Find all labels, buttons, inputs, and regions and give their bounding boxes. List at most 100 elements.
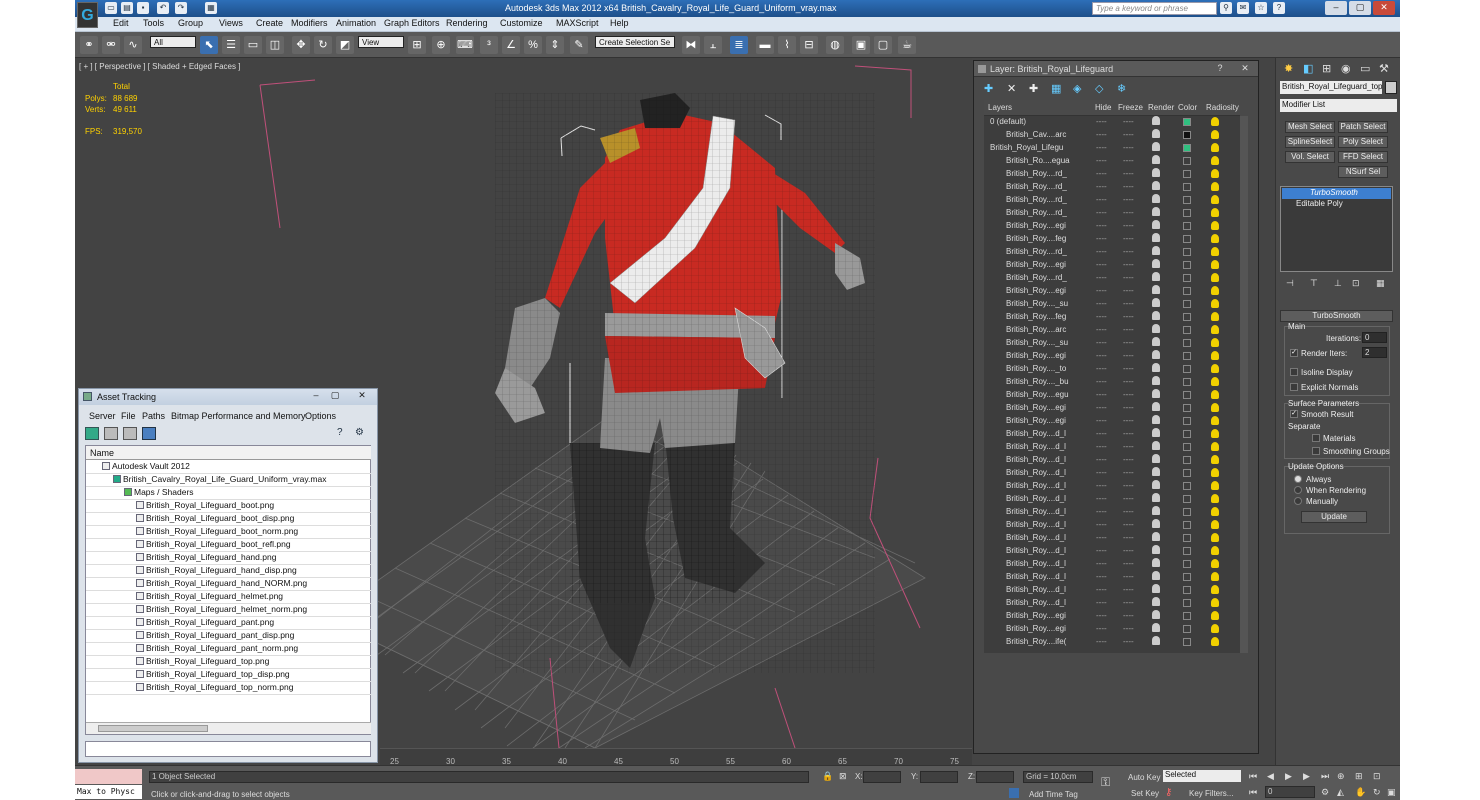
layer-hide-toggle[interactable]: ---- [1096,221,1107,230]
teapot-render-icon[interactable] [1152,272,1160,281]
layer-hide-toggle[interactable]: ---- [1096,117,1107,126]
layer-hide-toggle[interactable]: ---- [1096,299,1107,308]
asset-menu-file[interactable]: File [121,411,136,421]
layer-hide-toggle[interactable]: ---- [1096,572,1107,581]
layer-row[interactable]: British_Roy....d_l ---- ---- [984,428,1240,441]
named-selection-set-dropdown[interactable]: Create Selection Se [595,36,675,48]
layer-freeze-toggle[interactable]: ---- [1123,585,1134,594]
layer-row[interactable]: British_Roy....d_l ---- ---- [984,441,1240,454]
layer-name[interactable]: British_Roy....d_l [1006,442,1066,451]
spline-select-button[interactable]: SplineSelect [1285,136,1335,148]
layer-freeze-toggle[interactable]: ---- [1123,429,1134,438]
layer-freeze-toggle[interactable]: ---- [1123,572,1134,581]
radiosity-icon[interactable] [1211,442,1219,451]
teapot-render-icon[interactable] [1152,480,1160,489]
teapot-render-icon[interactable] [1152,363,1160,372]
layer-freeze-toggle[interactable]: ---- [1123,442,1134,451]
asset-file-row[interactable]: British_Royal_Lifeguard_boot_disp.png [86,513,371,526]
save-icon[interactable]: ▪ [137,2,149,14]
layer-help-icon[interactable]: ? [1212,63,1228,75]
viewport-label[interactable]: [ + ] [ Perspective ] [ Shaded + Edged F… [79,62,240,71]
layer-color-swatch[interactable] [1183,508,1191,516]
col-color[interactable]: Color [1178,103,1197,112]
col-hide[interactable]: Hide [1095,103,1111,112]
layer-hide-toggle[interactable]: ---- [1096,377,1107,386]
layer-vertical-scrollbar[interactable] [1240,116,1248,653]
layer-row[interactable]: British_Roy...._su ---- ---- [984,298,1240,311]
layer-row[interactable]: British_Roy....d_l ---- ---- [984,558,1240,571]
schematic-view-icon[interactable]: ⊟ [800,36,818,54]
z-coordinate-field[interactable] [976,771,1014,783]
layer-freeze-toggle[interactable]: ---- [1123,468,1134,477]
configure-modifier-sets-icon[interactable]: ▦ [1376,278,1388,290]
radiosity-icon[interactable] [1211,221,1219,230]
add-time-tag[interactable]: Add Time Tag [1029,790,1078,799]
asset-minimize-icon[interactable]: – [307,390,325,403]
layer-color-swatch[interactable] [1183,339,1191,347]
radiosity-icon[interactable] [1211,624,1219,633]
layer-freeze-toggle[interactable]: ---- [1123,156,1134,165]
asset-file-row[interactable]: British_Royal_Lifeguard_boot.png [86,500,371,513]
teapot-render-icon[interactable] [1152,623,1160,632]
layer-color-swatch[interactable] [1183,482,1191,490]
radiosity-icon[interactable] [1211,169,1219,178]
motion-tab-icon[interactable]: ◉ [1341,62,1355,76]
set-key-button[interactable]: Set Key [1131,789,1159,798]
teapot-render-icon[interactable] [1152,155,1160,164]
layer-hide-toggle[interactable]: ---- [1096,156,1107,165]
layer-freeze-toggle[interactable]: ---- [1123,416,1134,425]
asset-file-row[interactable]: British_Royal_Lifeguard_top_disp.png [86,669,371,682]
binoculars-icon[interactable]: ⚲ [1220,2,1232,14]
layer-freeze-toggle[interactable]: ---- [1123,559,1134,568]
asset-file-row[interactable]: British_Royal_Lifeguard_helmet.png [86,591,371,604]
layer-color-swatch[interactable] [1183,313,1191,321]
explicit-normals-checkbox[interactable] [1290,383,1298,391]
asset-tracking-titlebar[interactable]: Asset Tracking – ▢ ✕ [79,389,377,405]
layer-color-swatch[interactable] [1183,378,1191,386]
asset-file-row[interactable]: British_Royal_Lifeguard_top_norm.png [86,682,371,695]
asset-file-row[interactable]: British_Royal_Lifeguard_hand_disp.png [86,565,371,578]
layer-row[interactable]: British_Roy...._su ---- ---- [984,337,1240,350]
layer-freeze-toggle[interactable]: ---- [1123,624,1134,633]
layer-row[interactable]: British_Roy....feg ---- ---- [984,233,1240,246]
iterations-spinner[interactable]: 0 [1362,332,1387,343]
layer-hide-toggle[interactable]: ---- [1096,182,1107,191]
time-tag-icon[interactable] [1009,788,1019,798]
asset-menu-bitmap-performance[interactable]: Bitmap Performance and Memory [171,411,306,421]
layer-color-swatch[interactable] [1183,560,1191,568]
add-to-layer-icon[interactable]: ✚ [1029,82,1043,96]
radiosity-icon[interactable] [1211,338,1219,347]
layer-color-swatch[interactable] [1183,638,1191,646]
layer-freeze-toggle[interactable]: ---- [1123,377,1134,386]
layer-hide-toggle[interactable]: ---- [1096,247,1107,256]
layer-name[interactable]: British_Roy....feg [1006,312,1066,321]
remove-modifier-icon[interactable]: ⊡ [1352,278,1364,290]
radiosity-icon[interactable] [1211,156,1219,165]
teapot-render-icon[interactable] [1152,168,1160,177]
layer-color-swatch[interactable] [1183,326,1191,334]
ffd-select-button[interactable]: FFD Select [1338,151,1388,163]
layer-name[interactable]: British_Roy....egi [1006,286,1066,295]
layer-color-swatch[interactable] [1183,586,1191,594]
radiosity-icon[interactable] [1211,572,1219,581]
layer-freeze-toggle[interactable]: ---- [1123,598,1134,607]
play-icon[interactable]: ▶ [1285,771,1297,783]
layer-row[interactable]: British_Roy....d_l ---- ---- [984,545,1240,558]
layer-freeze-toggle[interactable]: ---- [1123,260,1134,269]
layer-name[interactable]: British_Roy....egi [1006,611,1066,620]
layer-row[interactable]: British_Roy....rd_ ---- ---- [984,194,1240,207]
layer-color-swatch[interactable] [1183,222,1191,230]
layer-name[interactable]: British_Roy....d_l [1006,429,1066,438]
layer-row[interactable]: British_Roy....d_l ---- ---- [984,467,1240,480]
app-logo-icon[interactable]: G [77,2,98,28]
freeze-all-layers-icon[interactable]: ❄ [1117,82,1131,96]
layer-name[interactable]: British_Roy....rd_ [1006,273,1067,282]
layer-row[interactable]: British_Ro....egua ---- ---- [984,155,1240,168]
layer-freeze-toggle[interactable]: ---- [1123,182,1134,191]
layer-row[interactable]: British_Royal_Lifegu ---- ---- [984,142,1240,155]
teapot-render-icon[interactable] [1152,220,1160,229]
layer-hide-toggle[interactable]: ---- [1096,364,1107,373]
layer-row[interactable]: 0 (default) ---- ---- [984,116,1240,129]
layer-row[interactable]: British_Roy....egi ---- ---- [984,350,1240,363]
radiosity-icon[interactable] [1211,325,1219,334]
